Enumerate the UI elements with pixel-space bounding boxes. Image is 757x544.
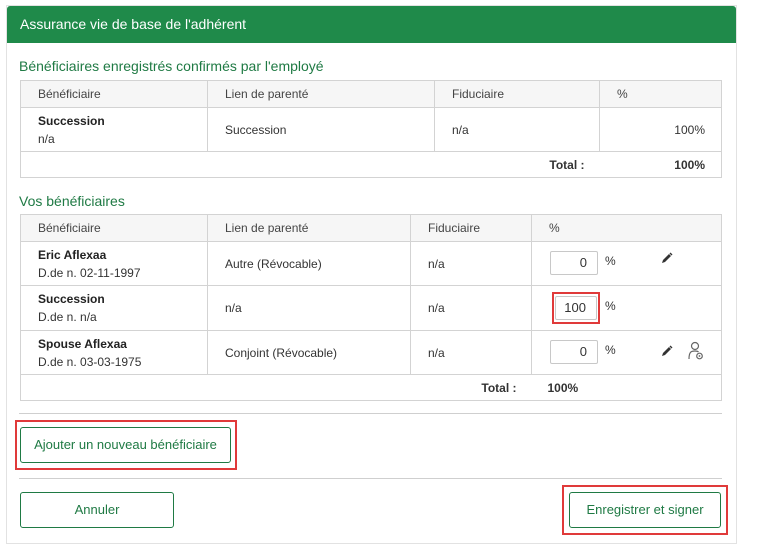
add-beneficiary-button[interactable]: Ajouter un nouveau bénéficiaire (20, 427, 231, 463)
percent-input[interactable]: 0 (550, 251, 598, 275)
trustee-cell: n/a (410, 285, 532, 331)
table-row: Spouse Aflexaa D.de n. 03-03-1975 Conjoi… (20, 330, 722, 375)
cancel-button[interactable]: Annuler (20, 492, 174, 528)
my-total-label: Total : (20, 374, 532, 401)
col-percent: % (531, 214, 722, 242)
table-row: Succession D.de n. n/a n/a n/a (20, 285, 722, 331)
confirmed-total-value: 100% (599, 151, 722, 178)
my-beneficiaries-table: Bénéficiaire Lien de parenté Fiduciaire … (20, 214, 722, 401)
col-percent: % (599, 80, 722, 108)
my-beneficiaries-title: Vos bénéficiaires (19, 193, 125, 209)
table-row: Succession n/a Succession n/a 100% (20, 107, 722, 152)
person-gear-icon[interactable] (688, 341, 704, 361)
divider (19, 478, 722, 479)
relation-cell: n/a (207, 285, 411, 331)
confirmed-section-title: Bénéficiaires enregistrés confirmés par … (19, 58, 324, 74)
relation-cell: Autre (Révocable) (207, 241, 411, 286)
beneficiary-birthdate: D.de n. n/a (38, 310, 97, 324)
beneficiary-sub: n/a (38, 131, 55, 146)
confirmed-table: Bénéficiaire Lien de parenté Fiduciaire … (20, 80, 722, 178)
beneficiary-birthdate: D.de n. 03-03-1975 (38, 354, 142, 369)
panel-title: Assurance vie de base de l'adhérent (7, 6, 736, 43)
col-trustee: Fiduciaire (434, 80, 600, 108)
save-and-sign-button[interactable]: Enregistrer et signer (569, 492, 721, 528)
beneficiary-name: Eric Aflexaa (38, 247, 107, 262)
pencil-icon[interactable] (661, 345, 673, 357)
beneficiary-panel: Assurance vie de base de l'adhérent Béné… (6, 5, 737, 544)
col-beneficiary: Bénéficiaire (20, 214, 208, 242)
col-relation: Lien de parenté (207, 80, 435, 108)
percent-input[interactable]: 0 (550, 340, 598, 364)
trustee-cell: n/a (434, 107, 600, 152)
relation-cell: Succession (207, 107, 435, 152)
divider (19, 413, 722, 414)
percent-sign: % (605, 299, 616, 313)
percent-sign: % (605, 343, 616, 357)
col-trustee: Fiduciaire (410, 214, 532, 242)
relation-cell: Conjoint (Révocable) (207, 330, 411, 375)
trustee-cell: n/a (410, 241, 532, 286)
confirmed-total-label: Total : (20, 151, 600, 178)
percent-cell: 100% (599, 107, 722, 152)
pencil-icon[interactable] (661, 252, 673, 264)
table-row: Eric Aflexaa D.de n. 02-11-1997 Autre (R… (20, 241, 722, 286)
highlight-box (552, 292, 600, 324)
beneficiary-name: Succession (38, 113, 105, 128)
trustee-cell: n/a (410, 330, 532, 375)
col-relation: Lien de parenté (207, 214, 411, 242)
my-total-value: 100% (531, 374, 722, 401)
beneficiary-name: Succession (38, 292, 105, 306)
beneficiary-birthdate: D.de n. 02-11-1997 (38, 265, 141, 280)
beneficiary-name: Spouse Aflexaa (38, 336, 127, 351)
percent-sign: % (605, 254, 616, 268)
col-beneficiary: Bénéficiaire (20, 80, 208, 108)
